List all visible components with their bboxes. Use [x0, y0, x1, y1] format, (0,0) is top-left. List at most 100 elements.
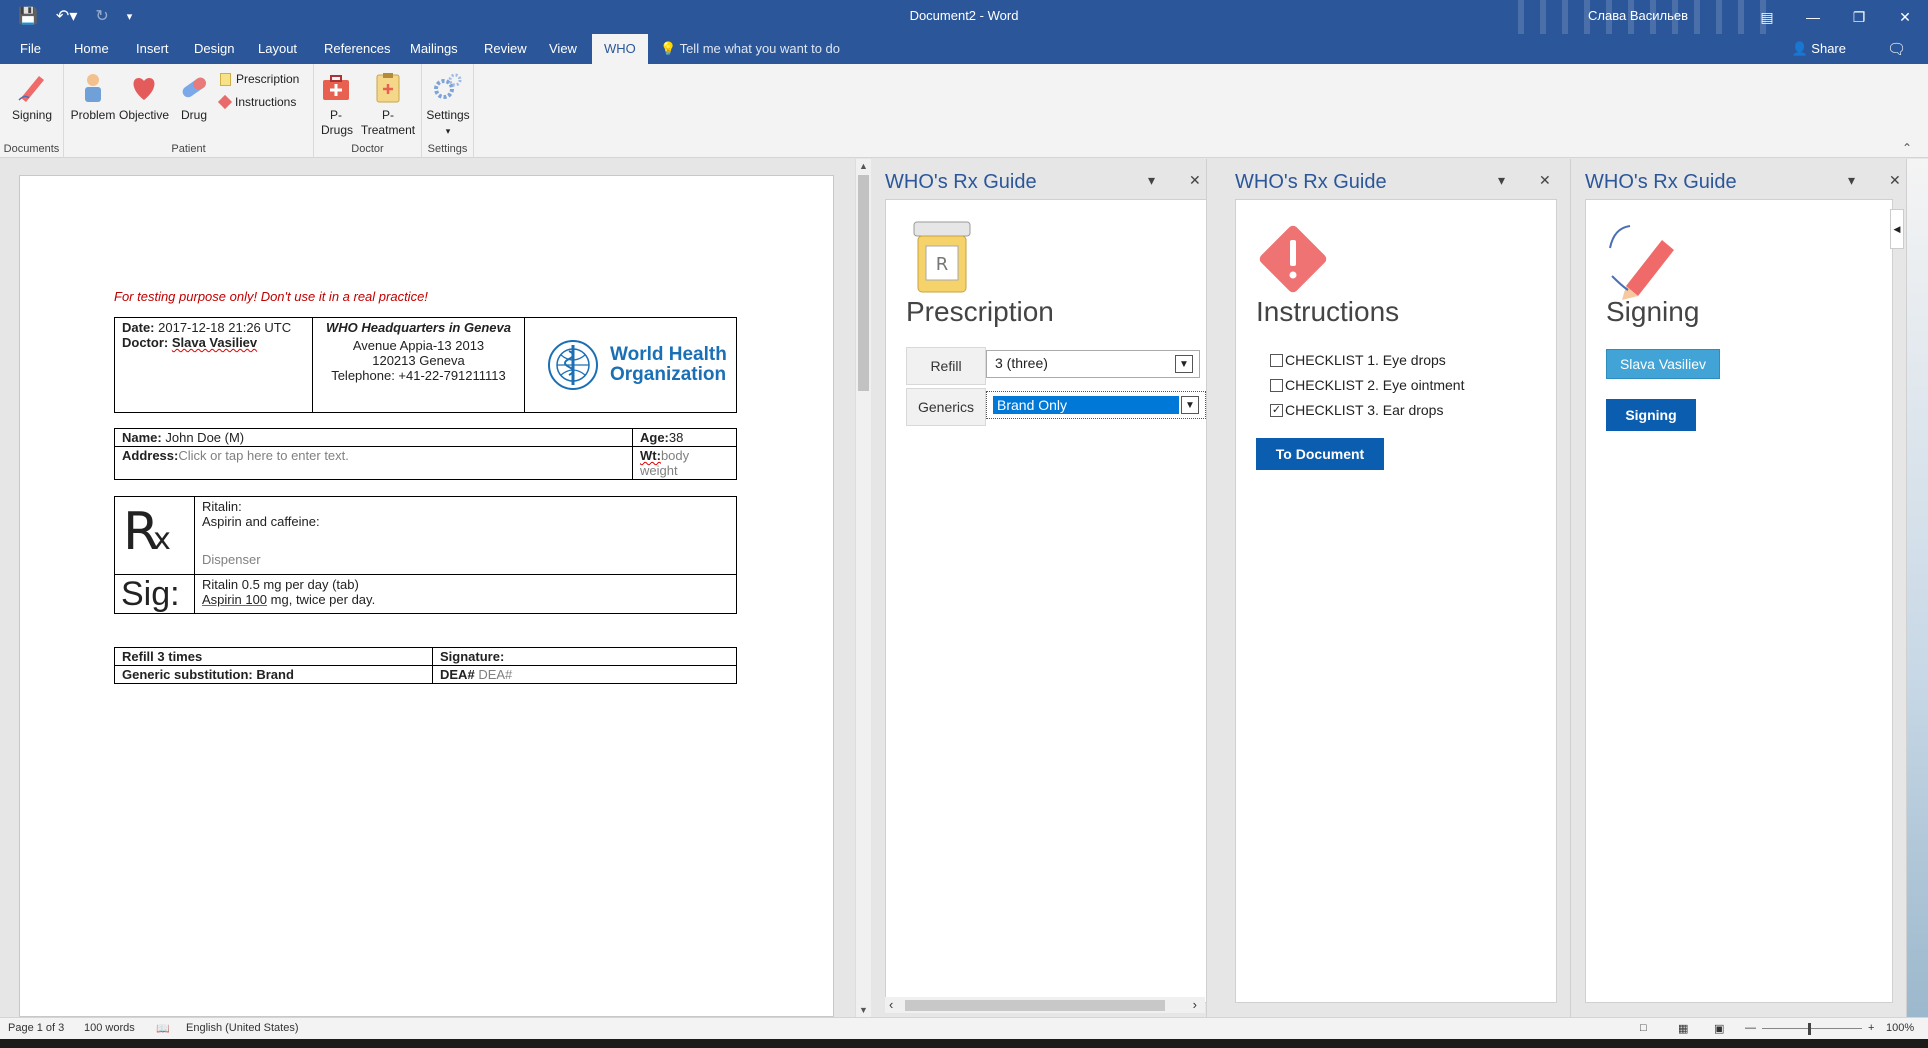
tab-mailings[interactable]: Mailings	[410, 41, 458, 56]
proofing-icon[interactable]: 📖	[156, 1022, 170, 1035]
pane-options-icon[interactable]: ▾	[1848, 172, 1855, 189]
tab-view[interactable]: View	[549, 41, 577, 56]
date-doctor-cell[interactable]: Date: 2017-12-18 21:26 UTC Doctor: Slava…	[114, 317, 313, 413]
generic-cell[interactable]: Generic substitution: Brand	[114, 665, 433, 684]
right-edge-strip	[1907, 159, 1928, 1017]
drug-button[interactable]: Drug	[176, 70, 212, 123]
rx-drugs-cell[interactable]: Ritalin: Aspirin and caffeine: Dispenser	[194, 496, 737, 575]
word-count[interactable]: 100 words	[84, 1022, 135, 1034]
pdrugs-button[interactable]: P-Drugs	[318, 70, 354, 138]
document-page[interactable]: For testing purpose only! Don't use it i…	[19, 175, 834, 1017]
user-signature-button[interactable]: Slava Vasiliev	[1606, 349, 1720, 379]
hscroll-thumb[interactable]	[905, 1000, 1165, 1011]
name-cell[interactable]: Name: John Doe (M)	[114, 428, 633, 447]
ribbon: Signing Documents Problem Objective Drug…	[0, 64, 1928, 158]
zoom-slider[interactable]	[1762, 1028, 1862, 1029]
tab-references[interactable]: References	[324, 41, 390, 56]
pane-horizontal-scrollbar[interactable]: ‹ ›	[885, 997, 1205, 1013]
language[interactable]: English (United States)	[186, 1022, 299, 1034]
chevron-down-icon[interactable]: ▼	[1175, 355, 1193, 373]
hq-address-cell[interactable]: WHO Headquarters in Geneva Avenue Appia-…	[312, 317, 525, 413]
checkbox-1[interactable]	[1270, 353, 1283, 367]
scroll-left-icon[interactable]: ‹	[889, 997, 893, 1012]
settings-button[interactable]: Settings ▾	[426, 70, 470, 139]
checkbox-3[interactable]: ✓	[1270, 403, 1283, 417]
rx-table: Rx Ritalin: Aspirin and caffeine: Dispen…	[114, 496, 737, 614]
to-document-button[interactable]: To Document	[1256, 438, 1384, 470]
pane-close-icon[interactable]: ✕	[1539, 172, 1551, 189]
ribbon-display-icon[interactable]: ▤	[1744, 0, 1790, 34]
generics-select[interactable]: Brand Only ▼	[986, 391, 1206, 419]
print-layout-icon[interactable]: ▦	[1678, 1022, 1688, 1035]
tell-me-box[interactable]: 💡 Tell me what you want to do	[660, 41, 840, 57]
pane-options-icon[interactable]: ▾	[1498, 172, 1505, 189]
zoom-slider-thumb[interactable]	[1808, 1023, 1811, 1035]
close-icon[interactable]: ✕	[1882, 0, 1928, 34]
restore-icon[interactable]: ❐	[1836, 0, 1882, 34]
pane-close-icon[interactable]: ✕	[1889, 172, 1901, 189]
sig-cell[interactable]: Ritalin 0.5 mg per day (tab) Aspirin 100…	[194, 574, 737, 614]
document-scrollbar[interactable]: ▲ ▼	[855, 159, 871, 1017]
prescription-ribbon-button[interactable]: Prescription	[220, 72, 299, 86]
scroll-up-icon[interactable]: ▲	[859, 161, 868, 171]
signing-ribbon-button[interactable]: Signing	[8, 70, 56, 123]
svg-text:R: R	[936, 254, 949, 275]
web-layout-icon[interactable]: ▣	[1714, 1022, 1724, 1035]
tab-layout[interactable]: Layout	[258, 41, 297, 56]
objective-button[interactable]: Objective	[118, 70, 170, 123]
tab-home[interactable]: Home	[74, 41, 109, 56]
tab-insert[interactable]: Insert	[136, 41, 169, 56]
pane-options-icon[interactable]: ▾	[1148, 172, 1155, 189]
checkbox-2[interactable]	[1270, 378, 1283, 392]
signing-button[interactable]: Signing	[1606, 399, 1696, 431]
dea-cell[interactable]: DEA# DEA#	[432, 665, 737, 684]
header-table: Date: 2017-12-18 21:26 UTC Doctor: Slava…	[114, 317, 737, 413]
refill-cell[interactable]: Refill 3 times	[114, 647, 433, 666]
address-cell[interactable]: Address:Click or tap here to enter text.	[114, 446, 633, 480]
checklist-item-3[interactable]: ✓ CHECKLIST 3. Ear drops	[1270, 402, 1443, 418]
ptreatment-button[interactable]: P-Treatment	[358, 70, 418, 138]
tab-who[interactable]: WHO	[592, 34, 648, 64]
date-value: 2017-12-18 21:26 UTC	[158, 320, 292, 335]
checklist-item-2[interactable]: CHECKLIST 2. Eye ointment	[1270, 377, 1464, 393]
pane-expand-icon[interactable]: ◀	[1890, 209, 1904, 249]
share-button[interactable]: 👤 Share	[1791, 41, 1846, 57]
page-count[interactable]: Page 1 of 3	[8, 1022, 64, 1034]
minimize-icon[interactable]: —	[1790, 0, 1836, 34]
zoom-out-icon[interactable]: —	[1745, 1022, 1756, 1034]
age-cell[interactable]: Age:38	[632, 428, 737, 447]
pen-icon	[18, 76, 44, 102]
tab-file[interactable]: File	[20, 41, 41, 56]
pane-close-icon[interactable]: ✕	[1189, 172, 1201, 189]
zoom-in-icon[interactable]: +	[1868, 1022, 1874, 1034]
problem-button[interactable]: Problem	[70, 70, 116, 123]
checklist-item-1[interactable]: CHECKLIST 1. Eye drops	[1270, 352, 1446, 368]
hq-line1: Avenue Appia-13 2013	[352, 338, 485, 353]
weight-cell[interactable]: Wt:body weight	[632, 446, 737, 480]
pane-body: Signing Slava Vasiliev Signing	[1585, 199, 1893, 1003]
clipboard-icon	[376, 73, 400, 103]
group-settings: Settings ▾ Settings	[422, 64, 474, 158]
hq-line2: 120213 Geneva	[372, 353, 465, 368]
signature-cell[interactable]: Signature:	[432, 647, 737, 666]
collapse-ribbon-icon[interactable]: ⌃	[1902, 141, 1912, 155]
chevron-down-icon[interactable]: ▼	[1181, 396, 1199, 414]
age-value: 38	[668, 430, 684, 445]
user-name[interactable]: Слава Васильев	[1588, 8, 1688, 23]
hq-line3: Telephone: +41-22-791211113	[331, 368, 506, 383]
comments-icon[interactable]: 🗨	[1887, 40, 1906, 58]
generics-value: Brand Only	[993, 396, 1179, 414]
instructions-ribbon-button[interactable]: Instructions	[217, 94, 296, 110]
settings-dropdown-icon: ▾	[445, 126, 451, 136]
scroll-down-icon[interactable]: ▼	[859, 1005, 868, 1015]
sig-line2: Aspirin 100 mg, twice per day.	[202, 592, 729, 607]
pane-title: WHO's Rx Guide	[885, 171, 1037, 193]
zoom-level[interactable]: 100%	[1886, 1022, 1914, 1034]
tab-design[interactable]: Design	[194, 41, 234, 56]
read-mode-icon[interactable]: □	[1640, 1022, 1647, 1034]
scroll-right-icon[interactable]: ›	[1193, 997, 1197, 1012]
refill-select[interactable]: 3 (three) ▼	[986, 350, 1200, 378]
tab-review[interactable]: Review	[484, 41, 527, 56]
generics-label: Generics	[906, 388, 986, 426]
scroll-thumb[interactable]	[858, 175, 869, 391]
